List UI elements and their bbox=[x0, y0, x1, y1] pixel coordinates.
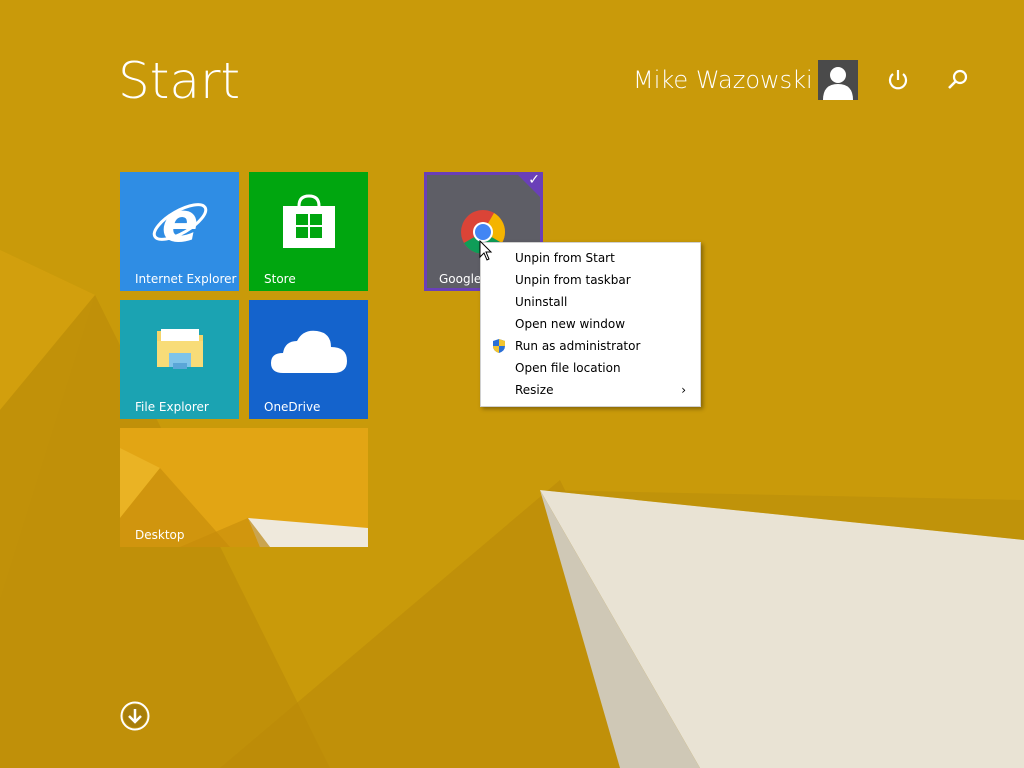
power-button[interactable] bbox=[884, 66, 912, 94]
tile-label: File Explorer bbox=[135, 400, 209, 414]
tile-file-explorer[interactable]: File Explorer bbox=[120, 300, 239, 419]
menu-item-label: Resize bbox=[515, 383, 554, 397]
tile-store[interactable]: Store bbox=[249, 172, 368, 291]
internet-explorer-icon: e bbox=[152, 192, 208, 252]
menu-item-resize[interactable]: Resize › bbox=[481, 379, 700, 401]
mouse-pointer-icon bbox=[479, 240, 493, 261]
store-icon bbox=[283, 194, 335, 248]
tile-onedrive[interactable]: OneDrive bbox=[249, 300, 368, 419]
submenu-arrow-icon: › bbox=[681, 383, 686, 397]
menu-item-open-new-window[interactable]: Open new window bbox=[481, 313, 700, 335]
tile-label: OneDrive bbox=[264, 400, 321, 414]
menu-item-label: Unpin from Start bbox=[515, 251, 615, 265]
uac-shield-icon bbox=[493, 339, 505, 353]
menu-item-label: Open new window bbox=[515, 317, 626, 331]
tile-desktop[interactable]: Desktop bbox=[120, 428, 368, 547]
menu-item-label: Unpin from taskbar bbox=[515, 273, 631, 287]
checkmark-icon: ✓ bbox=[528, 172, 540, 188]
tile-label: Internet Explorer bbox=[135, 272, 237, 286]
user-silhouette-icon[interactable] bbox=[818, 60, 858, 100]
power-icon bbox=[888, 70, 908, 90]
cloud-icon bbox=[271, 330, 347, 373]
tile-internet-explorer[interactable]: e Internet Explorer bbox=[120, 172, 239, 291]
search-icon bbox=[948, 69, 968, 89]
page-title: Start bbox=[118, 52, 241, 110]
context-menu: Unpin from Start Unpin from taskbar Unin… bbox=[480, 242, 701, 407]
svg-text:e: e bbox=[162, 192, 199, 252]
tile-label: Desktop bbox=[135, 528, 185, 542]
menu-item-open-file-location[interactable]: Open file location bbox=[481, 357, 700, 379]
tile-label: Store bbox=[264, 272, 296, 286]
menu-item-label: Run as administrator bbox=[515, 339, 641, 353]
folder-icon bbox=[157, 329, 203, 369]
menu-item-label: Uninstall bbox=[515, 295, 568, 309]
menu-item-unpin-from-start[interactable]: Unpin from Start bbox=[481, 247, 700, 269]
menu-item-run-as-administrator[interactable]: Run as administrator bbox=[481, 335, 700, 357]
all-apps-button[interactable] bbox=[120, 701, 150, 731]
menu-item-label: Open file location bbox=[515, 361, 621, 375]
menu-item-unpin-from-taskbar[interactable]: Unpin from taskbar bbox=[481, 269, 700, 291]
search-button[interactable] bbox=[944, 66, 972, 94]
tile-label: Google bbox=[439, 272, 482, 286]
down-arrow-circle-icon bbox=[120, 701, 150, 731]
menu-item-uninstall[interactable]: Uninstall bbox=[481, 291, 700, 313]
user-name[interactable]: Mike Wazowski bbox=[633, 66, 813, 94]
